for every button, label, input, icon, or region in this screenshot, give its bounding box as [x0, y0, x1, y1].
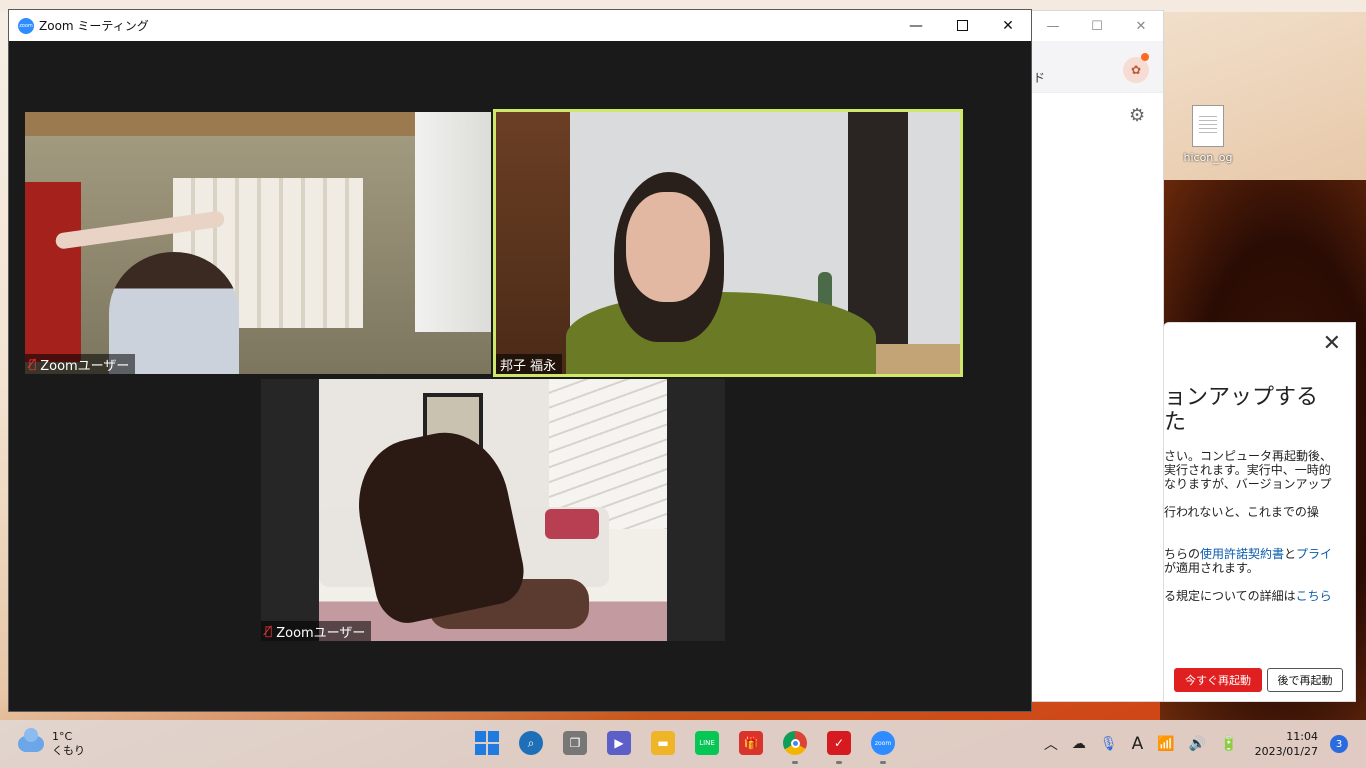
minimize-button[interactable]: — [893, 10, 939, 41]
desktop-file-icon[interactable]: hicon_og [1180, 105, 1236, 164]
running-indicator [792, 761, 798, 764]
restart-later-button[interactable]: 後で再起動 [1267, 668, 1343, 692]
zoom-taskbar-button[interactable]: zoom [868, 728, 898, 764]
maximize-icon[interactable]: ☐ [1075, 11, 1119, 41]
onedrive-icon[interactable]: ☁ [1072, 736, 1086, 752]
zoom-home-header: ド ✿ [1031, 41, 1163, 93]
update-body-line3-pre: ちらの [1164, 547, 1201, 561]
security-icon: ✓ [827, 731, 851, 755]
ime-icon[interactable]: A [1132, 734, 1144, 754]
task-view-button[interactable]: ❐ [560, 728, 590, 758]
folder-icon: ▬ [651, 731, 675, 755]
clock-date: 2023/01/27 [1254, 745, 1318, 758]
maximize-icon [956, 20, 968, 31]
zoom-home-titlebar: — ☐ ✕ [1031, 11, 1163, 41]
video-person-face [626, 192, 710, 302]
zoom-icon: zoom [871, 731, 895, 755]
running-indicator [836, 761, 842, 764]
chrome-button[interactable] [780, 728, 810, 764]
windows-logo-icon [475, 731, 499, 755]
participant-name: 邦子 福永 [500, 358, 557, 374]
participant-name-label: 🎙̸ Zoomユーザー [25, 354, 136, 374]
status-dot-icon [1141, 53, 1149, 61]
chrome-icon [783, 731, 807, 755]
line-icon: LINE [695, 731, 719, 755]
teams-chat-button[interactable]: ▶ [604, 728, 634, 758]
close-icon[interactable]: ✕ [1323, 333, 1341, 355]
update-body-line5-pre: る規定についての詳細は [1164, 589, 1296, 603]
system-tray: ︿ ☁ 🎙 A 📶 🔊 🔋 11:04 2023/01/27 3 [1037, 720, 1366, 768]
start-button[interactable] [472, 728, 502, 758]
weather-condition: くもり [52, 744, 85, 757]
minimize-icon[interactable]: — [1031, 11, 1075, 41]
document-icon [1192, 105, 1224, 147]
muted-mic-icon: 🎙̸ [265, 624, 273, 638]
window-title: Zoom ミーティング [39, 19, 149, 33]
video-scene [319, 379, 667, 641]
update-body-line3-mid: と [1284, 547, 1297, 561]
video-person [345, 421, 531, 629]
active-speaker-video-tile[interactable]: 邦子 福永 [493, 109, 963, 377]
participant-name: Zoomユーザー [276, 625, 366, 641]
battery-icon[interactable]: 🔋 [1220, 736, 1237, 752]
trend-micro-button[interactable]: ✓ [824, 728, 854, 764]
microphone-icon[interactable]: 🎙 [1100, 736, 1118, 752]
video-chat-icon: ▶ [607, 731, 631, 755]
speaker-icon[interactable]: 🔊 [1189, 736, 1206, 752]
privacy-link[interactable]: プライ [1296, 547, 1332, 561]
task-view-icon: ❐ [563, 731, 587, 755]
zoom-app-icon: zoom [18, 17, 34, 34]
notification-badge[interactable]: 3 [1330, 735, 1348, 753]
zoom-home-window[interactable]: — ☐ ✕ ド ✿ ⚙ [1030, 10, 1164, 702]
video-shelf [25, 182, 81, 362]
meeting-titlebar: zoom Zoom ミーティング — ✕ [9, 10, 1031, 41]
clock-time: 11:04 [1286, 730, 1318, 743]
search-button[interactable]: ⌕ [516, 728, 546, 758]
video-cabinet [496, 112, 570, 374]
file-explorer-button[interactable]: ▬ [648, 728, 678, 758]
video-cushion [545, 509, 599, 539]
weather-widget[interactable]: 1°C くもり [18, 728, 85, 758]
details-link[interactable]: こちら [1296, 589, 1332, 603]
muted-mic-icon: 🎙̸ [29, 357, 37, 371]
participant-video-tile[interactable]: 🎙̸ Zoomユーザー [261, 379, 725, 641]
desktop-file-name: hicon_og [1183, 151, 1233, 164]
update-body-line4: が適用されます。 [1164, 561, 1259, 575]
taskbar-apps: ⌕ ❐ ▶ ▬ LINE 🎁 ✓ zoom [472, 728, 898, 764]
gift-icon: 🎁 [739, 731, 763, 755]
close-button[interactable]: ✕ [985, 10, 1031, 41]
update-notification-panel: ✕ ョンアップする た さい。コンピュータ再起動後、 実行されます。実行中、一時… [1163, 322, 1356, 702]
close-icon[interactable]: ✕ [1119, 11, 1163, 41]
weather-temp: 1°C [52, 730, 73, 743]
update-body-line2: 行われないと、これまでの操 [1164, 505, 1319, 519]
gift-app-button[interactable]: 🎁 [736, 728, 766, 758]
video-curtain-right [415, 112, 491, 332]
search-icon: ⌕ [519, 731, 543, 755]
participant-name-label: 邦子 福永 [496, 354, 563, 374]
participant-name-label: 🎙̸ Zoomユーザー [261, 621, 372, 641]
update-title: ョンアップする た [1164, 385, 1319, 436]
zoom-meeting-window[interactable]: zoom Zoom ミーティング — ✕ 🎙̸ Zoomユーザー 邦子 福永 🎙… [8, 9, 1032, 712]
maximize-button[interactable] [939, 10, 985, 41]
participant-video-tile[interactable]: 🎙̸ Zoomユーザー [25, 112, 491, 374]
participant-name: Zoomユーザー [40, 358, 130, 374]
chevron-up-icon[interactable]: ︿ [1044, 734, 1058, 754]
gear-icon[interactable]: ⚙ [1129, 105, 1145, 126]
video-gallery: 🎙̸ Zoomユーザー 邦子 福永 🎙̸ Zoomユーザー [9, 41, 1031, 711]
clock[interactable]: 11:04 2023/01/27 [1255, 729, 1318, 759]
taskbar: 1°C くもり ⌕ ❐ ▶ ▬ LINE 🎁 ✓ zoom ︿ ☁ 🎙 A 📶 … [0, 720, 1366, 768]
cloud-icon [18, 728, 44, 752]
license-agreement-link[interactable]: 使用許諾契約書 [1200, 547, 1284, 561]
running-indicator [880, 761, 886, 764]
line-app-button[interactable]: LINE [692, 728, 722, 758]
wifi-icon[interactable]: 📶 [1157, 736, 1174, 752]
video-person-body [566, 292, 876, 374]
update-body: さい。コンピュータ再起動後、 実行されます。実行中、一時的 なりますが、バージョ… [1164, 449, 1354, 603]
zoom-home-header-text: ド [1033, 71, 1046, 85]
restart-now-button[interactable]: 今すぐ再起動 [1174, 668, 1262, 692]
update-body-line1: さい。コンピュータ再起動後、 実行されます。実行中、一時的 なりますが、バージョ… [1164, 449, 1333, 491]
